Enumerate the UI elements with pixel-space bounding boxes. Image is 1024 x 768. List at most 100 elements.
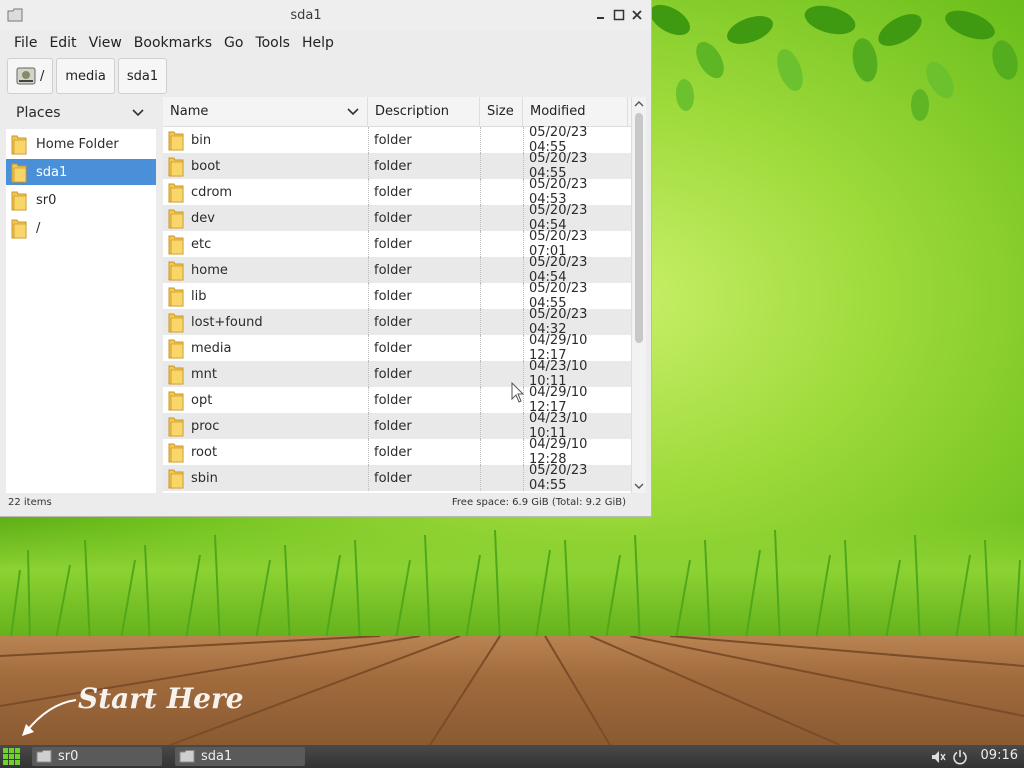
mouse-cursor-icon [511,382,525,403]
file-name-cell: lost+found [163,309,368,335]
file-row[interactable]: mnt folder 04/23/10 10:11 [163,359,646,389]
menu-go[interactable]: Go [218,35,249,51]
drive-icon [16,67,36,85]
task-sr0[interactable]: sr0 [32,747,162,766]
volume-muted-icon[interactable] [930,749,946,765]
path-root-label: / [40,68,45,84]
menu-file[interactable]: File [8,35,43,51]
folder-icon [168,391,184,411]
file-size [480,465,523,491]
file-description: folder [368,127,480,153]
column-name-label: Name [170,104,209,119]
task-sda1[interactable]: sda1 [175,747,305,766]
file-row[interactable]: boot folder 05/20/23 04:55 [163,151,646,181]
folder-icon [11,163,27,183]
file-modified: 05/20/23 07:01 [523,229,628,259]
file-modified: 05/20/23 04:53 [523,177,628,207]
folder-icon [168,261,184,281]
folder-icon [11,191,27,211]
file-size [480,127,523,153]
menu-help[interactable]: Help [296,35,340,51]
file-size [480,335,523,361]
taskbar: sr0 sda1 09:16 [0,745,1024,768]
leaves-decoration [650,4,1018,121]
close-button[interactable] [628,6,646,24]
folder-icon [179,750,195,763]
menu-view[interactable]: View [83,35,128,51]
file-size [480,309,523,335]
file-size [480,153,523,179]
file-name-cell: etc [163,231,368,257]
scrollbar-thumb[interactable] [635,113,643,343]
file-name: opt [191,392,213,408]
file-row[interactable]: cdrom folder 05/20/23 04:53 [163,177,646,207]
place-item[interactable]: sr0 [6,187,156,213]
folder-icon [168,417,184,437]
file-row[interactable]: home folder 05/20/23 04:54 [163,255,646,285]
file-description: folder [368,465,480,491]
place-item[interactable]: / [6,215,156,241]
file-row[interactable]: bin folder 05/20/23 04:55 [163,125,646,155]
file-description: folder [368,205,480,231]
file-name: lib [191,288,207,304]
task-sda1-label: sda1 [201,749,233,764]
item-count: 22 items [8,497,52,508]
path-root-button[interactable]: / [7,58,54,94]
file-row[interactable]: lost+found folder 05/20/23 04:32 [163,307,646,337]
minimize-button[interactable] [592,6,610,24]
file-name: dev [191,210,215,226]
folder-icon [168,339,184,359]
file-row[interactable]: proc folder 04/23/10 10:11 [163,411,646,441]
menu-edit[interactable]: Edit [43,35,82,51]
window-title: sda1 [290,8,322,23]
file-size [480,257,523,283]
path-segment-media[interactable]: media [56,58,115,94]
file-size [480,439,523,465]
menu-bookmarks[interactable]: Bookmarks [128,35,218,51]
file-modified: 04/23/10 10:11 [523,411,628,441]
place-item-label: Home Folder [36,136,119,152]
power-icon[interactable] [952,749,968,765]
file-size [480,231,523,257]
scroll-down-icon[interactable] [632,481,646,491]
file-name: sbin [191,470,218,486]
place-item[interactable]: sda1 [6,159,156,185]
maximize-button[interactable] [610,6,628,24]
file-row[interactable]: etc folder 05/20/23 07:01 [163,229,646,259]
status-bar: 22 items Free space: 6.9 GiB (Total: 9.2… [0,494,652,514]
minimize-icon [597,17,604,19]
places-dropdown[interactable]: Places [6,97,156,129]
folder-icon [168,287,184,307]
file-row[interactable]: opt folder 04/29/10 12:17 [163,385,646,415]
folder-icon [168,365,184,385]
path-segment-sda1[interactable]: sda1 [117,58,168,94]
folder-icon [168,131,184,151]
menu-tools[interactable]: Tools [249,35,296,51]
folder-icon [11,135,27,155]
folder-icon [168,209,184,229]
folder-icon [168,443,184,463]
title-bar[interactable]: sda1 [0,0,651,30]
column-modified[interactable]: Modified [523,97,628,126]
file-size [480,205,523,231]
file-modified: 05/20/23 04:32 [523,307,628,337]
folder-icon [36,750,52,763]
place-item-label: / [36,220,41,236]
file-row[interactable]: media folder 04/29/10 12:17 [163,333,646,363]
vertical-scrollbar[interactable] [631,97,646,493]
file-row[interactable]: dev folder 05/20/23 04:54 [163,203,646,233]
column-description[interactable]: Description [368,97,480,126]
file-modified: 04/29/10 12:17 [523,385,628,415]
file-row[interactable]: sbin folder 05/20/23 04:55 [163,463,646,493]
file-name-cell: sbin [163,465,368,491]
app-menu-icon[interactable] [3,748,21,766]
file-row[interactable]: lib folder 05/20/23 04:55 [163,281,646,311]
file-description: folder [368,309,480,335]
scroll-up-icon[interactable] [632,99,646,109]
file-name: lost+found [191,314,263,330]
file-modified: 04/29/10 12:17 [523,333,628,363]
place-item[interactable]: Home Folder [6,131,156,157]
column-size[interactable]: Size [480,97,523,126]
file-row[interactable]: root folder 04/29/10 12:28 [163,437,646,467]
column-name[interactable]: Name [163,97,368,126]
